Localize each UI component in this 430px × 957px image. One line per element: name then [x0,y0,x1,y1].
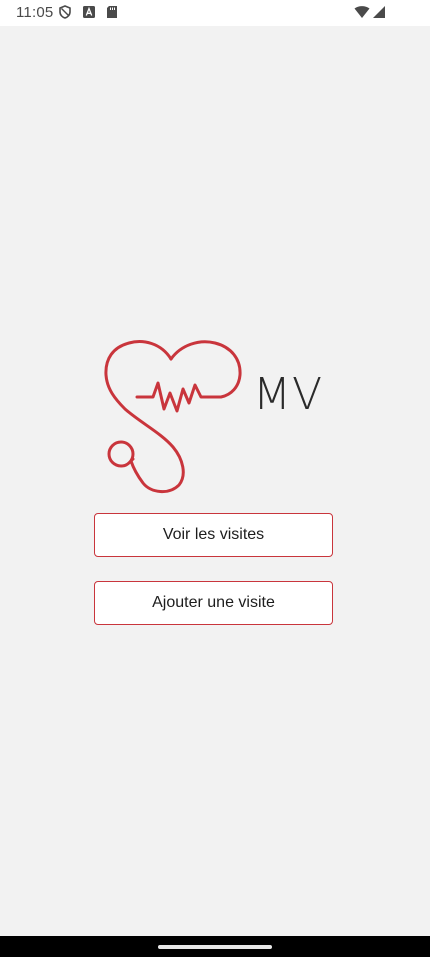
sd-card-icon [105,5,119,19]
text-a-icon [82,5,96,19]
logo-text: MV [253,369,324,420]
app-screen: 11:05 MV Voir les visites Ajouter une vi… [0,0,430,957]
navigation-bar [0,936,430,957]
status-bar: 11:05 [0,0,430,26]
status-time: 11:05 [16,4,54,21]
app-logo: MV [103,337,333,495]
shield-icon [58,5,72,19]
view-visits-button[interactable]: Voir les visites [94,513,333,557]
signal-icon [372,5,386,19]
add-visit-button[interactable]: Ajouter une visite [94,581,333,625]
wifi-icon [354,5,370,19]
home-gesture-handle[interactable] [158,945,272,949]
